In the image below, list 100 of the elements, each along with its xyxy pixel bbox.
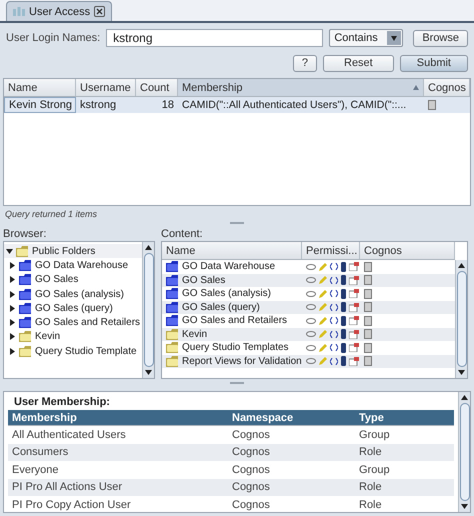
tree-item[interactable]: GO Sales xyxy=(4,272,142,287)
scroll-up-icon[interactable] xyxy=(458,262,465,269)
column-header[interactable]: Permissi... xyxy=(302,242,360,259)
tree-item[interactable]: Query Studio Template xyxy=(4,344,142,358)
execute-icon xyxy=(330,290,338,298)
table-cell: GO Sales and Retailers xyxy=(162,314,302,328)
status-text: Query returned 1 items xyxy=(4,208,98,219)
help-button[interactable]: ? xyxy=(292,54,317,72)
table-cell-text: CAMID("::All Authenticated Users"), CAMID("::... xyxy=(181,98,408,113)
report-icon xyxy=(364,329,372,340)
table-row[interactable]: Kevin Strong kstrong 18 CAMID("::All Authenticated Users"), CAMID("::... xyxy=(4,97,470,113)
folder-icon xyxy=(166,328,179,340)
table-cell: Kevin xyxy=(162,328,302,341)
column-header[interactable]: Membership xyxy=(8,410,228,425)
execute-icon xyxy=(330,330,338,338)
report-icon xyxy=(364,288,372,299)
column-header[interactable]: Cognos xyxy=(424,79,470,96)
report-icon xyxy=(364,302,372,312)
folder-icon xyxy=(16,246,29,257)
folder-icon xyxy=(19,346,32,357)
package-folder-icon xyxy=(19,317,32,328)
execute-icon xyxy=(330,344,338,352)
report-icon xyxy=(364,356,372,366)
table-cell-text: 18 xyxy=(160,98,175,113)
table-cell: Query Studio Templates xyxy=(162,341,302,354)
tree-item[interactable]: Kevin xyxy=(4,330,142,344)
report-icon xyxy=(364,342,372,353)
scroll-down-icon[interactable] xyxy=(145,369,152,376)
table-cell-text: kstrong xyxy=(79,98,118,113)
tree-item[interactable]: GO Data Warehouse xyxy=(4,258,142,273)
folder-icon xyxy=(166,356,179,367)
scrollbar[interactable] xyxy=(455,260,467,378)
tab-label: User Access xyxy=(29,6,90,18)
login-name-field[interactable]: kstrong xyxy=(106,29,324,47)
folder-icon xyxy=(166,342,179,354)
submit-button[interactable]: Submit xyxy=(400,54,468,72)
table-cell-text: Role xyxy=(358,445,383,460)
report-icon xyxy=(428,100,436,110)
column-header[interactable]: Username xyxy=(76,79,136,96)
browse-button[interactable]: Browse xyxy=(413,30,468,46)
reset-button[interactable]: Reset xyxy=(323,54,394,72)
table-cell: Kevin Strong xyxy=(4,97,76,113)
report-icon xyxy=(364,262,372,272)
table-cell-text: Everyone xyxy=(11,462,60,478)
execute-icon xyxy=(330,276,338,284)
table-row[interactable]: Kevin xyxy=(162,328,455,341)
package-folder-icon xyxy=(166,302,179,313)
execute-icon xyxy=(330,317,338,324)
table-cell: GO Sales (analysis) xyxy=(162,287,302,300)
table-cell-text: Role xyxy=(358,480,383,496)
table-cell-text: Cognos xyxy=(231,480,271,496)
folder-icon xyxy=(19,331,32,342)
table-cell-text: Cognos xyxy=(231,498,271,512)
close-icon[interactable] xyxy=(94,6,106,17)
execute-icon xyxy=(330,304,338,311)
report-icon xyxy=(364,316,372,326)
table-cell: Report Views for Validation xyxy=(162,354,302,368)
sort-icon xyxy=(413,85,419,90)
table-cell-text: Role xyxy=(358,498,383,512)
table-cell-text: Group xyxy=(358,428,391,443)
package-folder-icon xyxy=(19,260,32,271)
table-cell: GO Sales xyxy=(162,274,302,287)
scroll-up-icon[interactable] xyxy=(145,244,152,251)
scrollbar[interactable] xyxy=(458,392,470,512)
package-folder-icon xyxy=(19,274,32,286)
tree-item[interactable]: GO Sales (analysis) xyxy=(4,286,142,302)
table-cell: GO Data Warehouse xyxy=(162,260,302,274)
scroll-down-icon[interactable] xyxy=(461,503,468,510)
scroll-down-icon[interactable] xyxy=(458,369,465,376)
caret-icon xyxy=(391,36,398,40)
tab[interactable]: User Access xyxy=(6,1,112,21)
table-cell-text: Cognos xyxy=(231,445,271,460)
tree-item[interactable]: GO Sales and Retailers xyxy=(4,315,142,330)
pane-label: Browser: xyxy=(3,227,48,241)
column-header[interactable]: Namespace xyxy=(228,410,355,425)
scrollbar[interactable] xyxy=(142,242,154,378)
table-cell-text: Cognos xyxy=(231,462,271,478)
table-row[interactable]: GO Sales xyxy=(162,274,455,287)
column-header[interactable]: Type xyxy=(355,410,454,425)
column-header[interactable]: Name xyxy=(162,242,302,259)
table-row[interactable]: GO Sales (query) xyxy=(162,300,455,314)
table-cell-text: PI Pro Copy Action User xyxy=(11,498,132,512)
column-header[interactable]: Name xyxy=(4,79,76,96)
execute-icon xyxy=(330,263,338,270)
scroll-up-icon[interactable] xyxy=(461,394,468,401)
column-header[interactable]: Cognos xyxy=(360,242,455,259)
pane-label: Content: xyxy=(161,227,204,241)
tree-item[interactable]: Public Folders xyxy=(4,244,142,258)
section-title: User Membership: xyxy=(13,395,111,410)
table-row[interactable]: Consumers Cognos Role xyxy=(8,444,454,461)
table-row[interactable]: Report Views for Validation xyxy=(162,354,455,368)
package-folder-icon xyxy=(166,261,179,272)
match-dropdown[interactable]: Contains xyxy=(329,29,404,47)
report-icon xyxy=(364,275,372,286)
table-cell-text: PI Pro All Actions User xyxy=(11,480,124,496)
column-header[interactable]: Membership xyxy=(178,79,424,96)
table-row[interactable]: PI Pro All Actions User Cognos Role xyxy=(8,478,454,496)
table-cell-text: All Authenticated Users xyxy=(11,428,127,443)
table-cell-text: Cognos xyxy=(231,428,271,443)
tree-item[interactable]: GO Sales (query) xyxy=(4,301,142,316)
